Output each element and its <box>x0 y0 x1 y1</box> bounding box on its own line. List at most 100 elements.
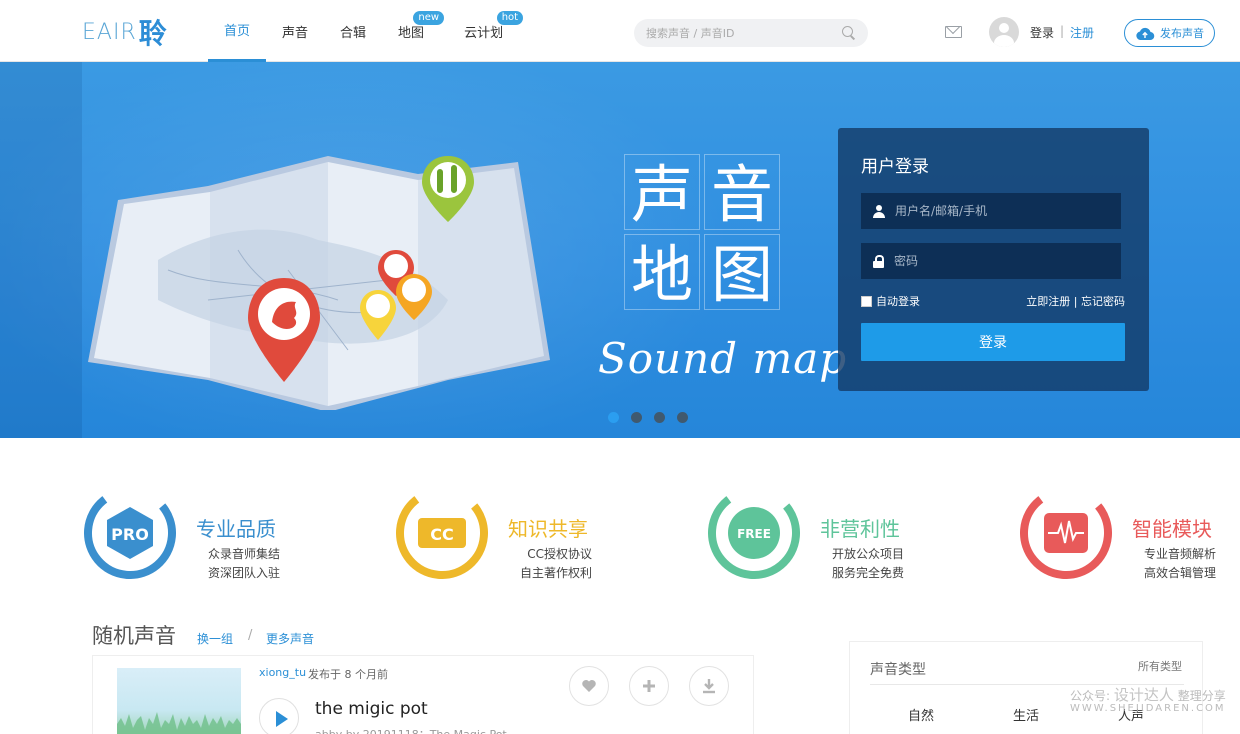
section-title: 随机声音 <box>92 624 176 648</box>
banner-title-en: Sound map <box>598 334 848 383</box>
site-header: EAIR 聆 首页 声音 合辑 地图 new 云计划 hot 登录 | 注册 <box>0 0 1240 62</box>
feature-cc: CC 知识共享 CC授权协议 自主著作权利 <box>396 487 616 583</box>
login-title: 用户登录 <box>861 157 929 177</box>
carousel-dot[interactable] <box>677 412 688 423</box>
nav-item-map[interactable]: 地图 new <box>382 0 445 62</box>
lock-icon <box>873 254 884 268</box>
login-options: 自动登录 立即注册 | 忘记密码 <box>861 293 1125 309</box>
waveform-icon <box>117 712 241 734</box>
carousel-dot[interactable] <box>654 412 665 423</box>
nav-label: 合辑 <box>340 25 367 41</box>
search-icon[interactable] <box>842 26 856 40</box>
divider: | <box>1073 295 1078 308</box>
banner-edge <box>0 62 82 438</box>
login-link[interactable]: 登录 <box>1030 24 1054 41</box>
logo-glyph: 聆 <box>138 17 167 50</box>
banner-title-cn: 声 音 地 图 <box>622 152 782 312</box>
nav-label: 首页 <box>224 24 251 39</box>
type-item-nature[interactable]: 自然 <box>908 705 934 724</box>
forgot-password-link[interactable]: 忘记密码 <box>1081 295 1125 308</box>
folded-map-illustration <box>88 156 550 410</box>
feature-title: 知识共享 <box>508 517 588 541</box>
publish-label: 发布声音 <box>1160 27 1204 40</box>
watermark-url: WWW.SHEJIDAREN.COM <box>1070 703 1226 714</box>
sound-thumbnail[interactable] <box>117 668 241 734</box>
posted-time: 发布于 8 个月前 <box>308 668 388 681</box>
sound-title[interactable]: the migic pot <box>315 699 428 719</box>
new-badge: new <box>413 11 445 25</box>
feature-title: 专业品质 <box>196 517 276 541</box>
watermark-prefix: 公众号: <box>1070 689 1111 703</box>
title-char: 地 <box>624 234 700 311</box>
auto-login-checkbox[interactable]: 自动登录 <box>861 293 920 309</box>
nav-item-sounds[interactable]: 声音 <box>266 0 324 62</box>
checkbox-box[interactable] <box>861 295 872 307</box>
slash: / <box>248 628 253 643</box>
add-button[interactable] <box>629 666 669 706</box>
username-field[interactable] <box>895 204 1109 218</box>
search-input[interactable] <box>646 26 842 40</box>
main-nav: 首页 声音 合辑 地图 new 云计划 hot <box>208 0 524 62</box>
heart-icon <box>582 680 596 692</box>
nav-item-home[interactable]: 首页 <box>208 0 267 62</box>
feature-line: 服务完全免费 <box>831 566 904 580</box>
register-now-link[interactable]: 立即注册 <box>1026 295 1070 308</box>
nav-item-cloud-plan[interactable]: 云计划 hot <box>448 0 524 62</box>
mail-icon[interactable] <box>945 26 962 38</box>
title-char: 图 <box>704 234 780 311</box>
feature-line: 自主著作权利 <box>519 566 592 580</box>
site-logo[interactable]: EAIR 聆 <box>82 14 182 50</box>
play-button[interactable] <box>259 698 299 734</box>
watermark: 公众号: 设计达人 整理分享 <box>1070 684 1226 705</box>
badge-text: FREE <box>737 527 771 541</box>
feature-line: 众录音师集结 <box>207 547 280 561</box>
sound-card: xiong_tu 发布于 8 个月前 the migic pot abby by… <box>92 655 754 734</box>
avatar[interactable] <box>989 17 1019 47</box>
like-button[interactable] <box>569 666 609 706</box>
search-bar <box>634 19 868 47</box>
login-submit-button[interactable]: 登录 <box>861 323 1125 361</box>
all-types-link[interactable]: 所有类型 <box>1138 658 1182 674</box>
register-link[interactable]: 注册 <box>1070 24 1094 41</box>
feature-line: 高效合辑管理 <box>1143 566 1216 580</box>
watermark-brand: 设计达人 <box>1113 686 1174 704</box>
auto-login-label: 自动登录 <box>876 295 920 308</box>
logo-text: EAIR <box>82 19 137 45</box>
hero-banner: 声 音 地 图 Sound map 用户登录 自动登录 立即注册 | <box>0 62 1240 438</box>
watermark-suffix: 整理分享 <box>1177 689 1226 703</box>
feature-line: 开放公众项目 <box>831 547 904 561</box>
login-links: 立即注册 | 忘记密码 <box>1026 293 1125 309</box>
hot-badge: hot <box>496 11 524 25</box>
feature-line: CC授权协议 <box>527 547 592 561</box>
carousel-dot[interactable] <box>608 412 619 423</box>
title-char: 声 <box>624 154 700 231</box>
feature-line: 资深团队入驻 <box>207 566 280 580</box>
sound-subtitle: abby by 20191118：The Magic Pot <box>315 726 507 734</box>
cloud-upload-icon <box>1135 27 1155 40</box>
carousel-dots <box>608 412 688 423</box>
badge-text: PRO <box>111 525 149 544</box>
feature-title: 非营利性 <box>820 517 900 541</box>
publish-sound-button[interactable]: 发布声音 <box>1124 19 1215 47</box>
login-panel: 用户登录 自动登录 立即注册 | 忘记密码 登录 <box>838 128 1149 391</box>
refresh-link[interactable]: 换一组 <box>197 630 233 647</box>
nav-label: 云计划 <box>464 25 504 41</box>
feature-title: 智能模块 <box>1132 517 1212 541</box>
more-sounds-link[interactable]: 更多声音 <box>266 630 314 647</box>
carousel-dot[interactable] <box>631 412 642 423</box>
nav-label: 声音 <box>282 25 309 41</box>
wave-icon <box>1020 487 1112 579</box>
username-field-wrap <box>861 193 1121 229</box>
feature-free: FREE 非营利性 开放公众项目 服务完全免费 <box>708 487 928 583</box>
type-item-life[interactable]: 生活 <box>1013 705 1039 724</box>
uploader-link[interactable]: xiong_tu <box>259 666 306 679</box>
download-button[interactable] <box>689 666 729 706</box>
password-field-wrap <box>861 243 1121 279</box>
password-field[interactable] <box>894 254 1109 268</box>
plus-icon <box>643 680 655 692</box>
feature-line: 专业音频解析 <box>1143 547 1216 561</box>
download-icon <box>703 679 715 694</box>
separator: | <box>1060 24 1065 38</box>
nav-item-collections[interactable]: 合辑 <box>324 0 382 62</box>
badge-text: CC <box>430 525 454 544</box>
